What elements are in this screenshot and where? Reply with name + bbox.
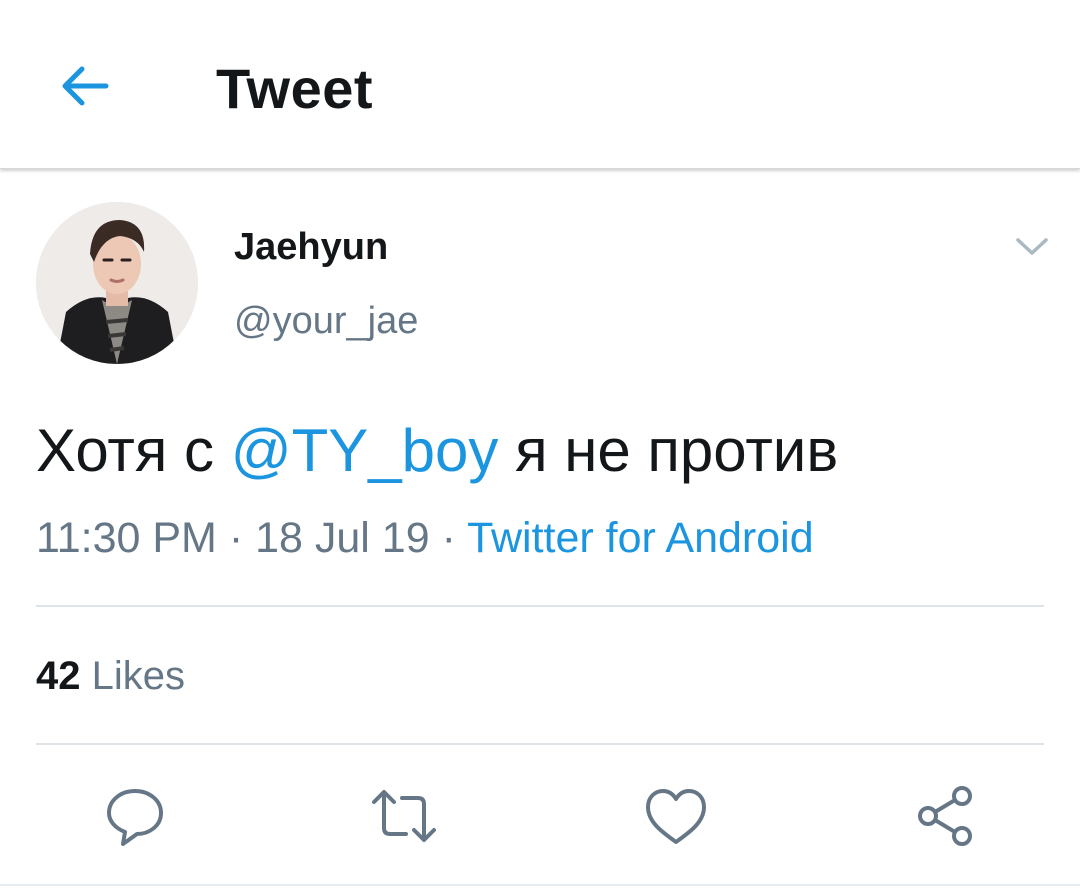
likes-stat[interactable]: 42 Likes: [36, 654, 185, 699]
reply-icon: [107, 789, 163, 846]
share-button[interactable]: [912, 782, 980, 850]
chevron-down-icon: [1016, 238, 1048, 255]
tweet-source-link[interactable]: Twitter for Android: [467, 514, 814, 562]
divider: [36, 743, 1044, 745]
likes-count: 42: [36, 654, 81, 698]
meta-separator: ·: [216, 514, 256, 562]
back-button[interactable]: [56, 56, 116, 116]
like-icon: [646, 789, 706, 844]
tweet-menu-button[interactable]: [1010, 228, 1054, 264]
tweet-text-before: Хотя с: [36, 417, 231, 484]
app-bar: Tweet: [0, 0, 1080, 169]
divider: [0, 884, 1080, 886]
tweet-text-after: я не против: [498, 417, 839, 484]
tweet-time: 11:30 PM: [36, 514, 217, 562]
page-title: Tweet: [216, 57, 374, 120]
arrow-left-icon: [62, 66, 109, 106]
retweet-icon: [372, 790, 436, 842]
like-button[interactable]: [642, 782, 710, 850]
author-handle[interactable]: @your_jae: [234, 300, 418, 343]
avatar[interactable]: [36, 202, 198, 364]
tweet-date: 18 Jul 19: [255, 514, 430, 562]
tweet-text: Хотя с @TY_boy я не против: [36, 416, 838, 485]
mention-link[interactable]: @TY_boy: [231, 417, 499, 484]
share-icon: [918, 786, 972, 846]
retweet-button[interactable]: [370, 782, 438, 850]
meta-separator-2: ·: [429, 514, 468, 562]
tweet-meta: 11:30 PM · 18 Jul 19 · Twitter for Andro…: [36, 514, 814, 563]
profile-photo: [36, 202, 198, 364]
reply-button[interactable]: [101, 782, 169, 850]
likes-label: Likes: [91, 654, 186, 698]
divider: [36, 605, 1044, 607]
author-name[interactable]: Jaehyun: [234, 226, 388, 269]
